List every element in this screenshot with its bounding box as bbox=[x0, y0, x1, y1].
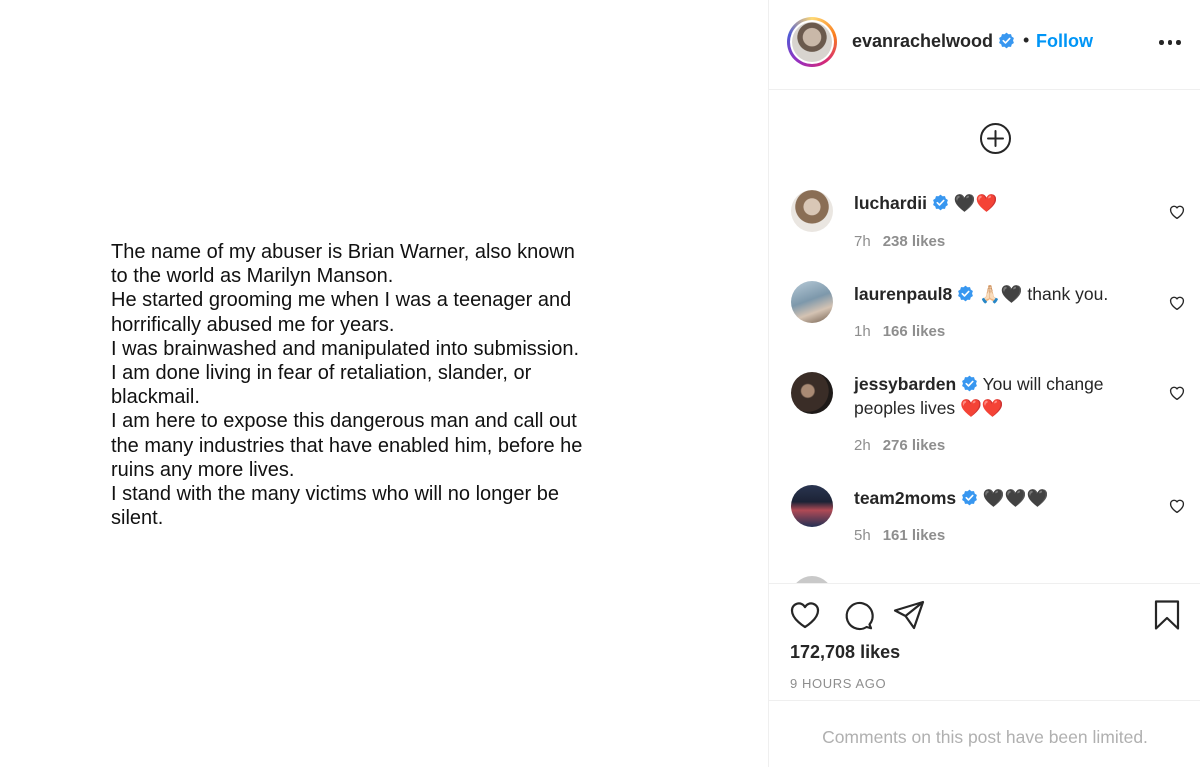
post-side-panel: evanrachelwood • Follow luchardii 🖤❤️ 7h… bbox=[768, 0, 1200, 767]
post-actions: 172,708 likes 9 HOURS AGO Comments on th… bbox=[769, 583, 1200, 767]
verified-badge-icon bbox=[962, 489, 977, 506]
comment-time: 5h bbox=[854, 527, 871, 544]
comments-limited-bar: Comments on this post have been limited. bbox=[769, 700, 1200, 767]
commenter-avatar[interactable] bbox=[791, 281, 833, 323]
comment-body: laurenpaul8 🙏🏻🖤 thank you. bbox=[854, 282, 1154, 306]
comment-meta: 7h 238 likes bbox=[854, 233, 945, 250]
more-options-icon[interactable] bbox=[1159, 40, 1181, 46]
comment-time: 1h bbox=[854, 323, 871, 340]
commenter-avatar-partial bbox=[791, 576, 833, 583]
follow-button[interactable]: Follow bbox=[1036, 31, 1093, 52]
commenter-avatar[interactable] bbox=[791, 485, 833, 527]
post-image: The name of my abuser is Brian Warner, a… bbox=[0, 0, 768, 767]
comment-like-heart-icon[interactable] bbox=[1168, 294, 1186, 312]
commenter-avatar[interactable] bbox=[791, 190, 833, 232]
share-send-icon[interactable] bbox=[892, 598, 926, 632]
post-timestamp[interactable]: 9 HOURS AGO bbox=[790, 676, 886, 691]
more-dot bbox=[1176, 40, 1181, 45]
like-heart-icon[interactable] bbox=[788, 598, 822, 632]
verified-badge-icon bbox=[962, 375, 977, 392]
commenter-username[interactable]: jessybarden bbox=[854, 374, 956, 394]
verified-badge-icon bbox=[958, 285, 974, 302]
commenter-avatar[interactable] bbox=[791, 372, 833, 414]
comments-limited-notice: Comments on this post have been limited. bbox=[822, 727, 1148, 747]
author-username[interactable]: evanrachelwood bbox=[852, 31, 1015, 52]
comment-body: luchardii 🖤❤️ bbox=[854, 191, 1154, 215]
avatar-photo bbox=[792, 22, 832, 62]
comment-like-heart-icon[interactable] bbox=[1168, 203, 1186, 221]
more-dot bbox=[1159, 40, 1164, 45]
commenter-username[interactable]: luchardii bbox=[854, 193, 927, 213]
comment-likes[interactable]: 166 likes bbox=[883, 323, 946, 340]
load-more-comments-icon[interactable] bbox=[979, 122, 1012, 155]
comment-body: jessybarden You will change peoples live… bbox=[854, 372, 1154, 420]
post-likes-count[interactable]: 172,708 likes bbox=[790, 642, 900, 663]
commenter-username[interactable]: team2moms bbox=[854, 488, 956, 508]
header-separator: • bbox=[1023, 30, 1030, 50]
comment-meta: 2h 276 likes bbox=[854, 437, 945, 454]
author-username-text: evanrachelwood bbox=[852, 31, 994, 51]
comment-meta: 5h 161 likes bbox=[854, 527, 945, 544]
comment-meta: 1h 166 likes bbox=[854, 323, 945, 340]
comment-likes[interactable]: 161 likes bbox=[883, 527, 946, 544]
post-header: evanrachelwood • Follow bbox=[769, 0, 1200, 90]
verified-badge-icon bbox=[999, 32, 1014, 49]
post-statement-text: The name of my abuser is Brian Warner, a… bbox=[111, 240, 651, 530]
save-bookmark-icon[interactable] bbox=[1150, 598, 1184, 632]
comment-like-heart-icon[interactable] bbox=[1168, 497, 1186, 515]
commenter-username[interactable]: laurenpaul8 bbox=[854, 284, 952, 304]
comment-text: 🖤❤️ bbox=[953, 193, 998, 213]
comment-like-heart-icon[interactable] bbox=[1168, 384, 1186, 402]
comment-text: 🙏🏻🖤 thank you. bbox=[978, 284, 1109, 304]
comment-likes[interactable]: 238 likes bbox=[883, 233, 946, 250]
comment-body: team2moms 🖤🖤🖤 bbox=[854, 486, 1154, 510]
comment-time: 2h bbox=[854, 437, 871, 454]
post-statement-paragraph: The name of my abuser is Brian Warner, a… bbox=[111, 241, 583, 530]
more-dot bbox=[1167, 40, 1172, 45]
comment-time: 7h bbox=[854, 233, 871, 250]
author-avatar[interactable] bbox=[787, 17, 837, 67]
comment-bubble-icon[interactable] bbox=[841, 598, 875, 632]
verified-badge-icon bbox=[932, 194, 948, 211]
comments-list[interactable]: luchardii 🖤❤️ 7h 238 likes laurenpaul8 🙏🏻… bbox=[769, 90, 1200, 583]
comment-likes[interactable]: 276 likes bbox=[883, 437, 946, 454]
comment-text: 🖤🖤🖤 bbox=[982, 488, 1049, 508]
